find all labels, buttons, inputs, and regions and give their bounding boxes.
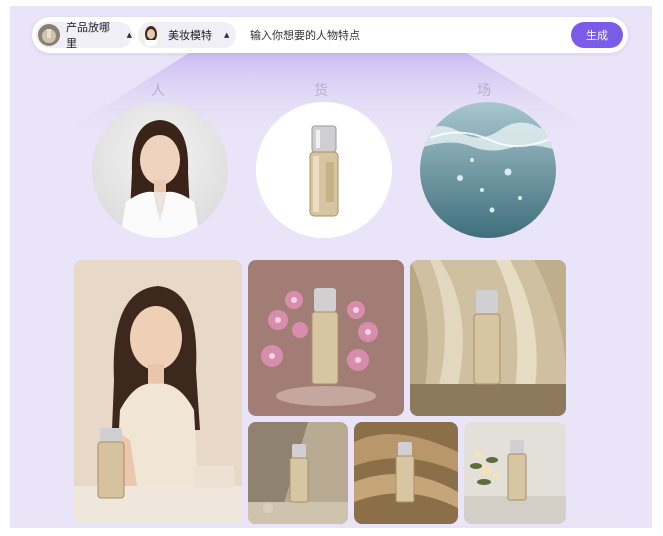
result-image-stone-product[interactable] — [248, 422, 348, 524]
result-image-drape-product[interactable] — [410, 260, 566, 416]
creative-workspace: 产品放哪里 ▲ 美妆模特 ▲ 输入你想要的人物特点 生成 人 货 场 — [10, 6, 652, 528]
product-bottle-image[interactable] — [256, 102, 392, 238]
caret-up-icon: ▲ — [126, 31, 132, 39]
prompt-toolbar: 产品放哪里 ▲ 美妆模特 ▲ 输入你想要的人物特点 生成 — [32, 17, 628, 53]
person-model-image[interactable] — [92, 102, 228, 238]
prompt-input[interactable]: 输入你想要的人物特点 — [250, 27, 360, 43]
result-image-model-with-product[interactable] — [74, 260, 242, 524]
product-thumbnail — [38, 24, 60, 46]
product-selector-label: 产品放哪里 — [66, 21, 110, 50]
product-selector[interactable]: 产品放哪里 ▲ — [36, 21, 132, 50]
model-selector-label: 美妆模特 — [168, 29, 212, 42]
model-selector[interactable]: 美妆模特 ▲ — [138, 22, 236, 48]
category-label-person: 人 — [151, 83, 165, 99]
caret-up-icon: ▲ — [224, 31, 230, 39]
result-image-silk-product[interactable] — [354, 422, 458, 524]
category-label-goods: 货 — [314, 83, 328, 99]
category-label-scene: 场 — [477, 83, 491, 99]
generate-button[interactable]: 生成 — [571, 22, 623, 48]
model-thumbnail — [140, 24, 162, 46]
result-image-flower-product[interactable] — [464, 422, 566, 524]
water-scene-image[interactable] — [420, 102, 556, 238]
result-image-orchid-product[interactable] — [248, 260, 404, 416]
